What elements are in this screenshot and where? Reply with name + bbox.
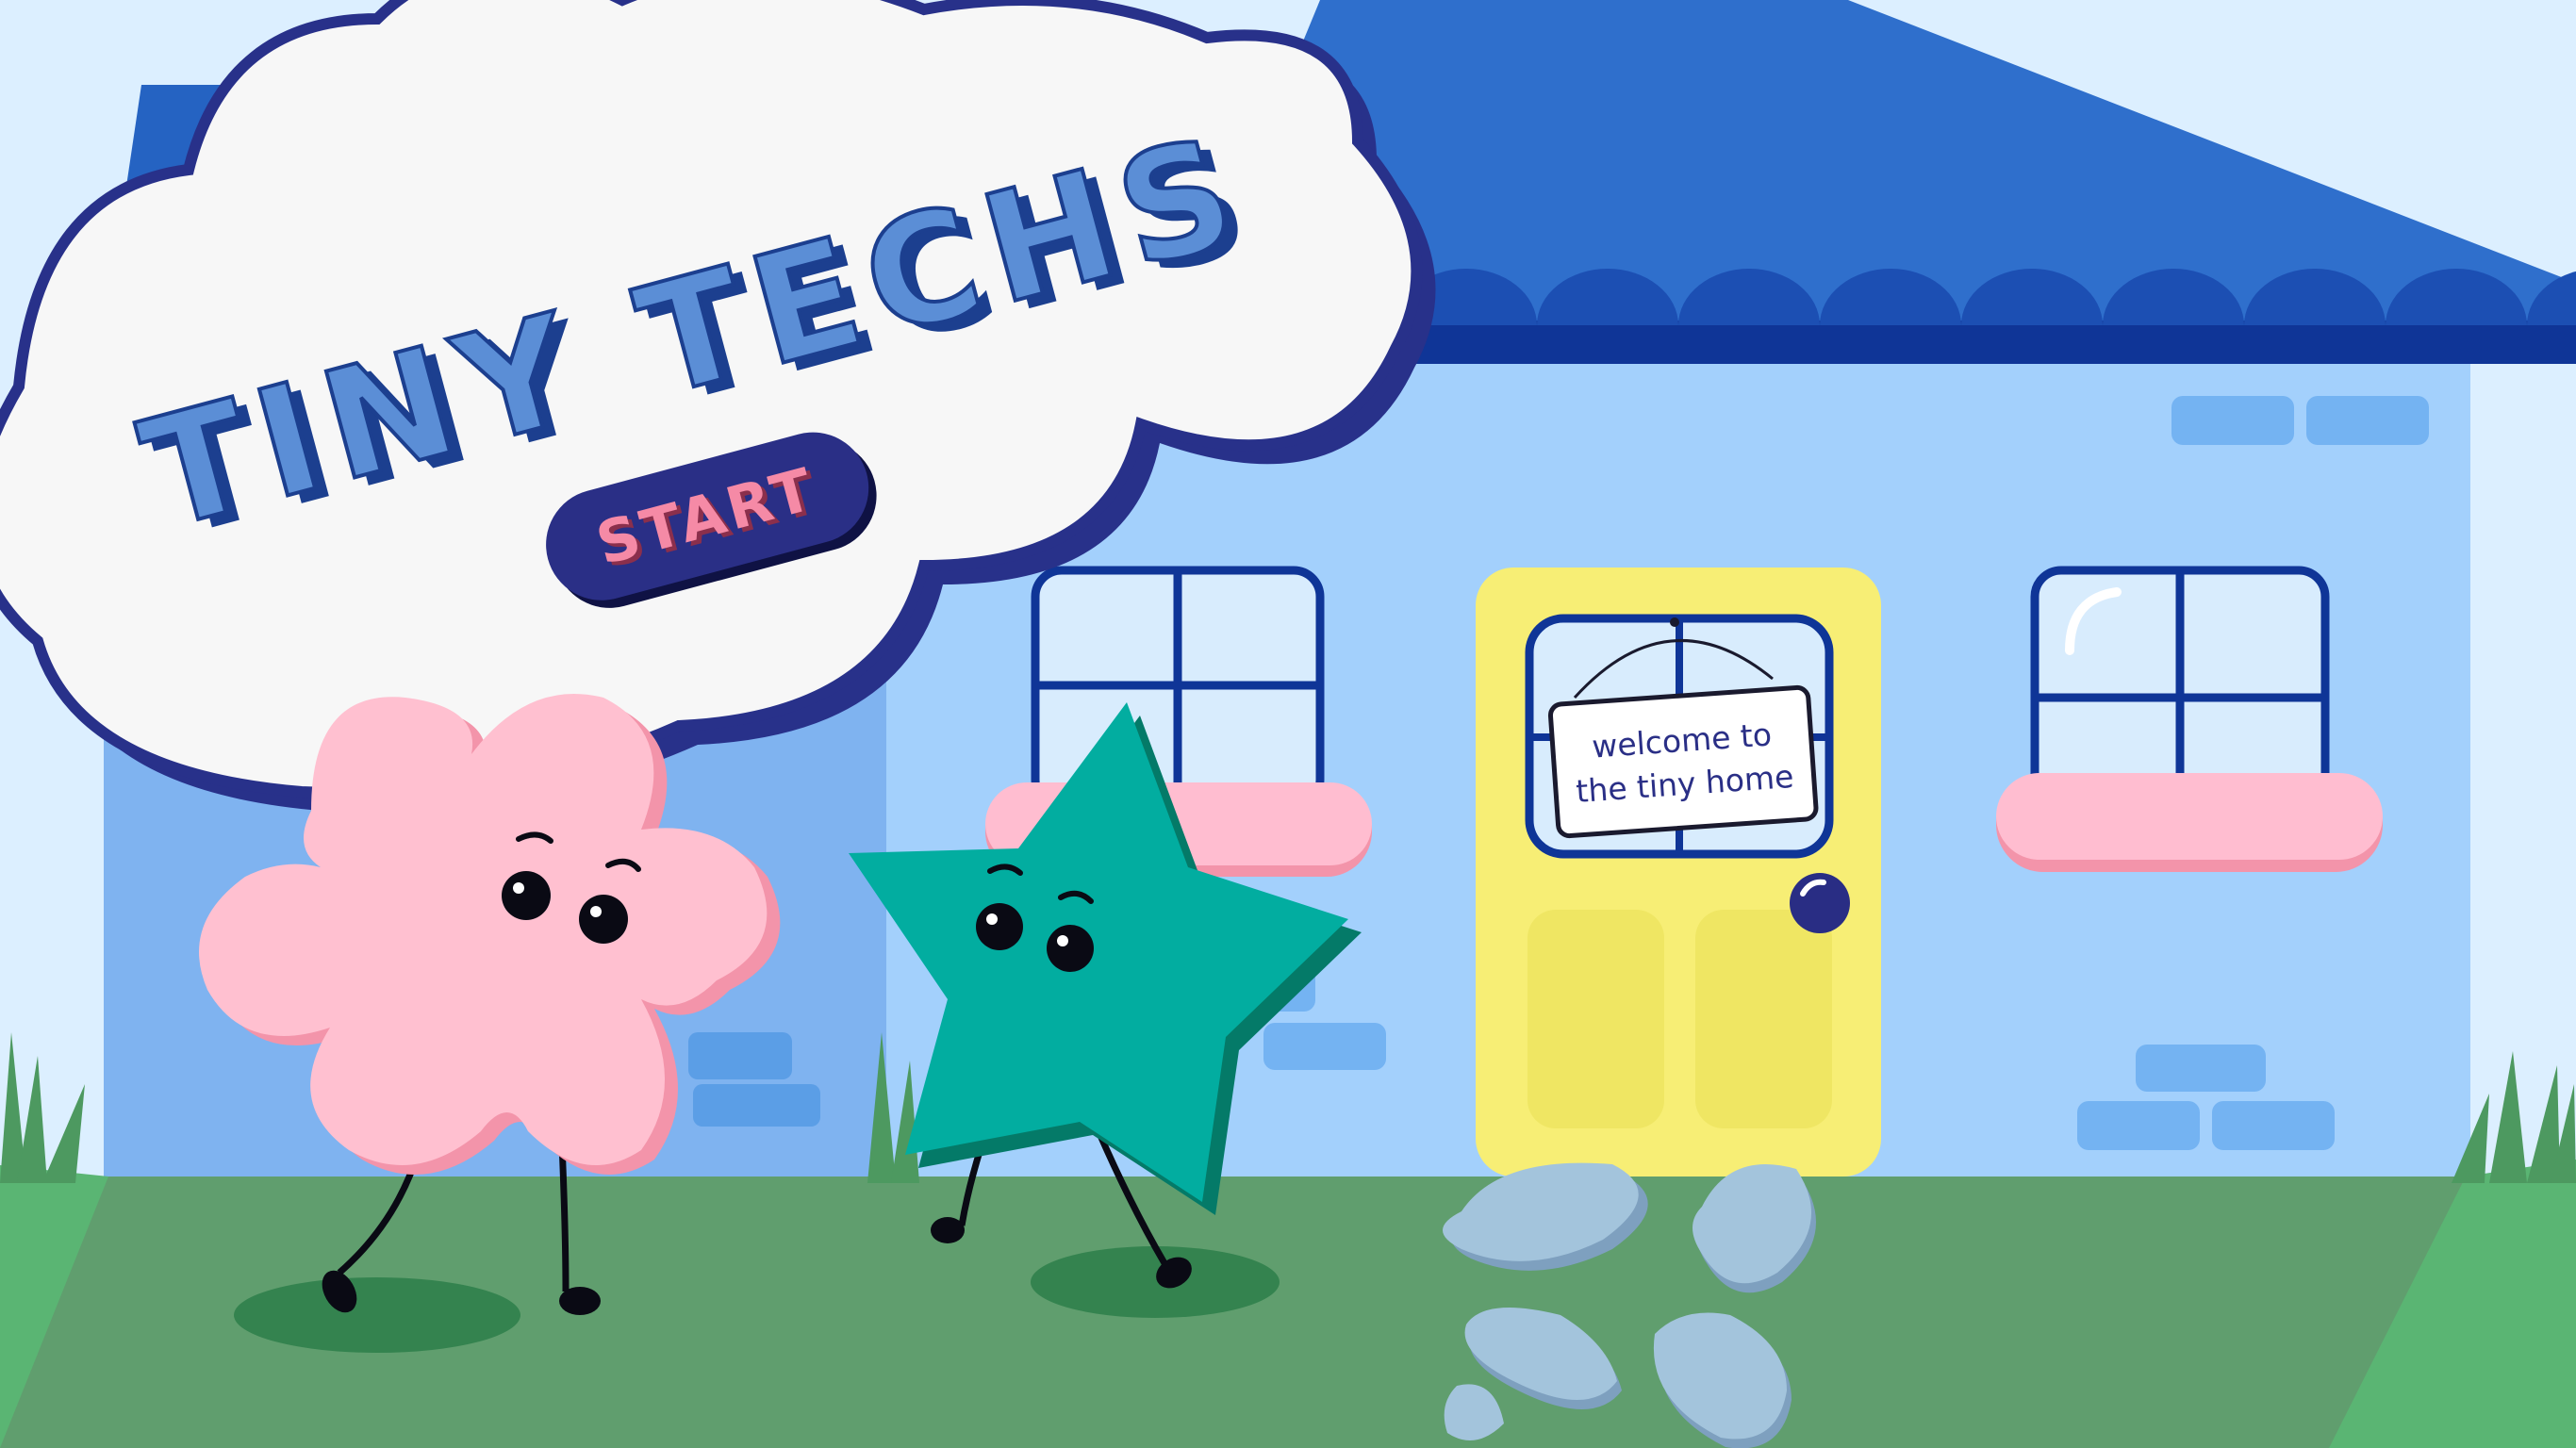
flower-eye-right <box>579 895 628 944</box>
left-brick <box>688 1032 792 1079</box>
star-shadow <box>1031 1246 1280 1318</box>
left-brick-2 <box>693 1084 820 1127</box>
scene-canvas: welcome to the tiny home TINY TECHS TINY… <box>0 0 2576 1448</box>
front-door[interactable] <box>1476 568 1881 1176</box>
flower-eye-left <box>502 871 551 920</box>
right-window <box>1996 566 2383 872</box>
star-eye-left <box>976 903 1023 950</box>
flower-shadow <box>234 1277 520 1353</box>
game-title-screen: welcome to the tiny home TINY TECHS TINY… <box>0 0 2576 1448</box>
star-eye-right <box>1047 925 1094 972</box>
